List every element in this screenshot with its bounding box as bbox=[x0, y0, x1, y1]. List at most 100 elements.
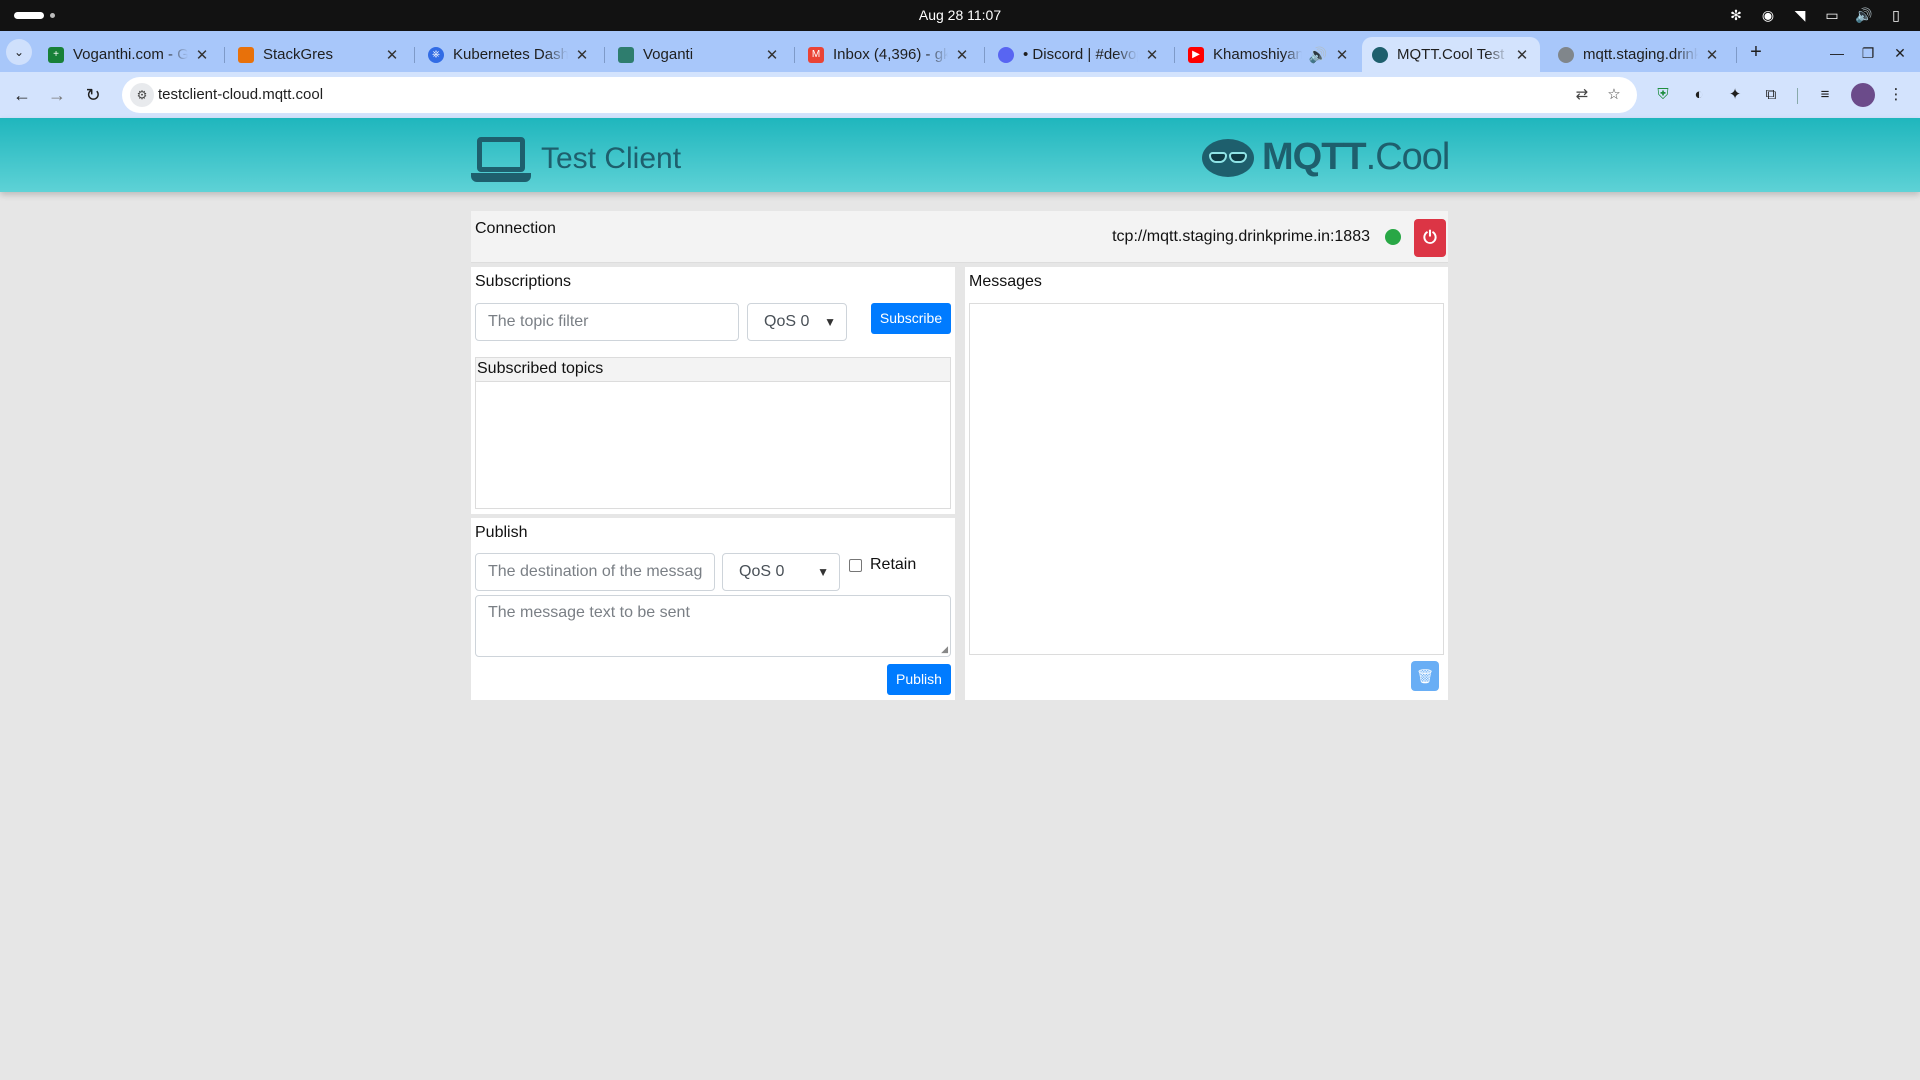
publish-button[interactable]: Publish bbox=[887, 664, 951, 695]
volume-icon[interactable]: 🔊 bbox=[1854, 5, 1874, 25]
vpn-icon[interactable]: ▭ bbox=[1822, 5, 1842, 25]
resize-handle[interactable]: ◢ bbox=[941, 645, 948, 654]
toolbar-separator bbox=[1797, 88, 1798, 104]
topic-filter-input[interactable] bbox=[475, 303, 739, 341]
close-icon[interactable]: ✕ bbox=[954, 46, 970, 64]
close-icon[interactable]: ✕ bbox=[194, 46, 210, 64]
stackgres-icon bbox=[238, 46, 254, 63]
shield-extension-icon[interactable]: ⛨ bbox=[1651, 83, 1675, 107]
retain-label: Retain bbox=[870, 556, 917, 573]
tab-strip: ⌄ + Voganthi.com - Google Sheets ✕ Stack… bbox=[0, 31, 1920, 72]
tab-separator bbox=[794, 47, 795, 63]
globe-icon bbox=[1558, 46, 1574, 63]
tab-stackgres[interactable]: StackGres ✕ bbox=[228, 37, 410, 72]
youtube-icon: ▶ bbox=[1188, 46, 1204, 63]
message-textarea[interactable]: The message text to be sent ◢ bbox=[475, 595, 951, 657]
sunglasses-logo-icon bbox=[1198, 137, 1258, 179]
minimize-icon[interactable]: — bbox=[1825, 41, 1849, 65]
tab-separator bbox=[1736, 47, 1737, 63]
kubernetes-icon: ⎈ bbox=[428, 46, 444, 63]
tab-mqtt-cool-test-client[interactable]: MQTT.Cool Test Client ✕ bbox=[1362, 37, 1540, 72]
speaker-icon[interactable]: 🔊 bbox=[1308, 46, 1328, 64]
translate-icon[interactable]: ⇄ bbox=[1572, 85, 1592, 105]
reload-icon[interactable]: ↻ bbox=[79, 81, 107, 109]
retain-checkbox[interactable] bbox=[849, 558, 862, 572]
clear-messages-button[interactable]: 🗑 bbox=[1411, 661, 1439, 691]
retain-option[interactable]: Retain bbox=[849, 556, 916, 574]
browser-toolbar: ← → ↻ ⚙ testclient-cloud.mqtt.cool ⇄ ☆ ⛨… bbox=[0, 72, 1920, 118]
battery-icon[interactable]: ▯ bbox=[1886, 5, 1906, 25]
tab-separator bbox=[604, 47, 605, 63]
address-bar[interactable]: ⚙ testclient-cloud.mqtt.cool ⇄ ☆ bbox=[122, 77, 1637, 113]
messages-title: Messages bbox=[969, 273, 1042, 290]
page-title: Test Client bbox=[541, 142, 682, 175]
tab-voganthi-sheets[interactable]: + Voganthi.com - Google Sheets ✕ bbox=[38, 37, 220, 72]
voganti-icon bbox=[618, 46, 634, 63]
laptop-icon bbox=[471, 137, 531, 185]
publish-qos-select[interactable]: QoS 0 ▼ bbox=[722, 553, 840, 591]
site-info-icon[interactable]: ⚙ bbox=[130, 83, 154, 107]
os-top-bar: Aug 28 11:07 ✻ ◉ ◥ ▭ 🔊 ▯ bbox=[0, 0, 1920, 31]
publish-panel: Publish QoS 0 ▼ Retain The message text … bbox=[471, 518, 955, 700]
os-clock[interactable]: Aug 28 11:07 bbox=[0, 7, 1920, 23]
tab-separator bbox=[984, 47, 985, 63]
connection-status-indicator bbox=[1385, 229, 1401, 245]
discord-icon bbox=[998, 46, 1014, 63]
tab-separator bbox=[224, 47, 225, 63]
dark-reader-icon[interactable]: ✦ bbox=[1723, 83, 1747, 107]
url-text[interactable]: testclient-cloud.mqtt.cool bbox=[158, 86, 323, 103]
trash-icon: 🗑 bbox=[1416, 668, 1434, 684]
mqttcool-icon bbox=[1372, 46, 1388, 63]
connection-title: Connection bbox=[475, 220, 556, 237]
profile-avatar[interactable] bbox=[1851, 83, 1875, 107]
new-tab-button[interactable]: + bbox=[1744, 41, 1768, 65]
messages-panel: Messages 🗑 bbox=[965, 267, 1448, 700]
tab-discord[interactable]: • Discord | #devops ✕ bbox=[988, 37, 1170, 72]
mqtt-cool-logo: MQTT.Cool bbox=[1198, 136, 1450, 179]
tab-youtube[interactable]: ▶ Khamoshiyan (Title Track) 🔊 ✕ bbox=[1178, 37, 1360, 72]
subscribe-qos-select[interactable]: QoS 0 ▼ bbox=[747, 303, 847, 341]
tab-separator bbox=[414, 47, 415, 63]
close-icon[interactable]: ✕ bbox=[1334, 46, 1350, 64]
bookmark-star-icon[interactable]: ☆ bbox=[1604, 85, 1624, 105]
publish-title: Publish bbox=[475, 524, 528, 541]
close-icon[interactable]: ✕ bbox=[1144, 46, 1160, 64]
tab-mqtt-staging[interactable]: mqtt.staging.drinkprime.in ✕ bbox=[1548, 37, 1730, 72]
connection-panel: Connection tcp://mqtt.staging.drinkprime… bbox=[471, 211, 1448, 263]
close-icon[interactable]: ✕ bbox=[574, 46, 590, 64]
close-icon[interactable]: ✕ bbox=[1704, 46, 1720, 64]
app-header: Test Client MQTT.Cool bbox=[0, 118, 1920, 192]
sheets-icon: + bbox=[48, 46, 64, 63]
chevron-down-icon: ▼ bbox=[824, 315, 836, 329]
subscribe-button[interactable]: Subscribe bbox=[871, 303, 951, 334]
back-arrow-icon[interactable]: ← bbox=[8, 81, 36, 109]
tab-voganti[interactable]: Voganti ✕ bbox=[608, 37, 790, 72]
more-menu-icon[interactable]: ⋮ bbox=[1884, 83, 1908, 107]
system-tray: ✻ ◉ ◥ ▭ 🔊 ▯ bbox=[1726, 5, 1906, 25]
power-icon: ⏻ bbox=[1423, 228, 1437, 247]
messages-list bbox=[969, 303, 1444, 655]
restore-icon[interactable]: ❐ bbox=[1856, 41, 1880, 65]
extension-icon[interactable]: ◐ bbox=[1687, 83, 1711, 107]
subscribed-topics-header: Subscribed topics bbox=[476, 358, 950, 382]
close-icon[interactable]: ✕ bbox=[384, 46, 400, 64]
chevron-down-icon: ▼ bbox=[817, 565, 829, 579]
tab-kubernetes-dashboard[interactable]: ⎈ Kubernetes Dashboard ✕ bbox=[418, 37, 600, 72]
gmail-icon: M bbox=[808, 46, 824, 63]
wifi-icon[interactable]: ◥ bbox=[1790, 5, 1810, 25]
tab-separator bbox=[1174, 47, 1175, 63]
media-control-icon[interactable]: ≡ bbox=[1813, 83, 1837, 107]
destination-input[interactable] bbox=[475, 553, 715, 591]
disconnect-button[interactable]: ⏻ bbox=[1414, 219, 1446, 257]
window-close-icon[interactable]: ✕ bbox=[1888, 41, 1912, 65]
forward-arrow-icon[interactable]: → bbox=[43, 81, 71, 109]
subscriptions-title: Subscriptions bbox=[475, 273, 572, 290]
tab-search-button[interactable]: ⌄ bbox=[6, 39, 32, 65]
slack-icon[interactable]: ✻ bbox=[1726, 5, 1746, 25]
subscribed-topics-list: Subscribed topics bbox=[475, 357, 951, 509]
puzzle-extensions-icon[interactable]: ⧉ bbox=[1759, 83, 1783, 107]
close-icon[interactable]: ✕ bbox=[764, 46, 780, 64]
chrome-icon[interactable]: ◉ bbox=[1758, 5, 1778, 25]
close-icon[interactable]: ✕ bbox=[1514, 46, 1530, 64]
tab-gmail-inbox[interactable]: M Inbox (4,396) - gkrishna ✕ bbox=[798, 37, 980, 72]
